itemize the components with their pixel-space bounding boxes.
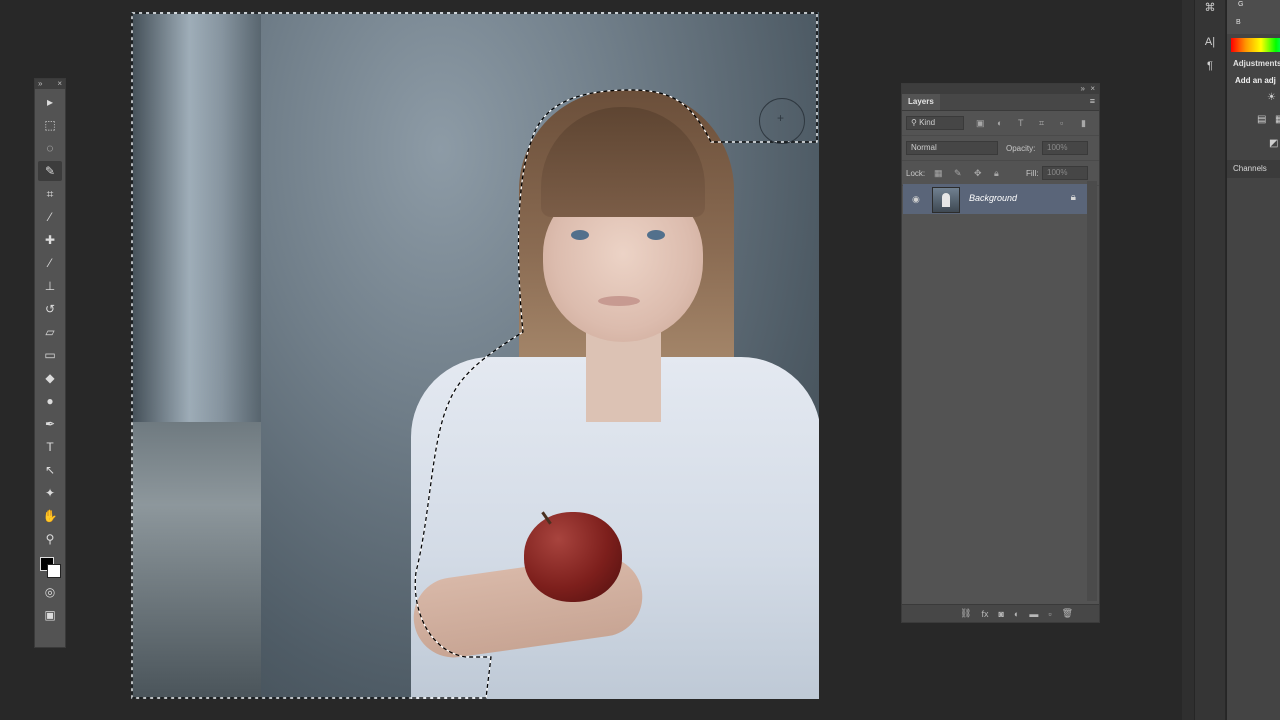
collapse-panel-icon[interactable]: » — [1081, 84, 1085, 94]
adjustment-layer-icon[interactable]: ◐ — [1014, 609, 1019, 619]
adjustments-subtitle: Add an adj — [1235, 76, 1276, 85]
layers-bottom-bar: ⛓ fx ◙ ◐ ▬ ▫ 🗑 — [902, 604, 1099, 622]
zoom-tool-icon[interactable]: ⚲ — [38, 529, 62, 549]
pen-tool-icon[interactable]: ✒ — [38, 414, 62, 434]
background-color-swatch[interactable] — [47, 564, 61, 578]
color-label-g: G — [1238, 1, 1244, 8]
type-filter-icon[interactable]: T — [1018, 118, 1024, 128]
layer-name: Background — [969, 193, 1018, 203]
add-mask-icon[interactable]: ◙ — [998, 609, 1003, 619]
healing-brush-tool-icon[interactable]: ✚ — [38, 230, 62, 250]
tools-panel-grip[interactable]: » × — [35, 79, 65, 89]
character-panel-icon[interactable]: A| — [1201, 36, 1219, 52]
layers-scrollbar[interactable] — [1087, 181, 1097, 601]
eyedropper-tool-icon[interactable]: ⁄ — [38, 207, 62, 227]
opacity-field[interactable]: 100% — [1042, 141, 1088, 155]
color-swatches[interactable] — [38, 553, 62, 579]
eraser-tool-icon[interactable]: ▱ — [38, 322, 62, 342]
gradient-tool-icon[interactable]: ▭ — [38, 345, 62, 365]
quick-mask-icon[interactable]: ◎ — [38, 582, 62, 602]
expand-panel-icon[interactable]: » — [38, 79, 42, 89]
tools-panel: » × ▸ ⬚ ◌ ✎ ⌗ ⁄ ✚ ⁄ ⊥ ↺ ▱ ▭ ◆ ● ✒ T ↖ ✦ ✋ ⚲ ◎ ▣ — [34, 78, 66, 648]
levels-adjustment-icon[interactable]: ▤ — [1257, 114, 1266, 125]
panel-menu-icon[interactable]: ≡ — [1090, 96, 1095, 106]
filter-toggle-icon[interactable]: ▮ — [1081, 118, 1086, 129]
adjustments-title: Adjustments — [1233, 59, 1280, 68]
path-selection-tool-icon[interactable]: ↖ — [38, 460, 62, 480]
blend-row: Normal Opacity: 100% — [902, 136, 1099, 161]
layers-tab-row: Layers ≡ — [902, 94, 1099, 111]
layer-lock-icon: 🔒︎ — [1070, 192, 1076, 203]
shape-tool-icon[interactable]: ✦ — [38, 483, 62, 503]
layer-thumbnail — [932, 187, 960, 213]
lasso-tool-icon[interactable]: ◌ — [38, 138, 62, 158]
brightness-adjustment-icon[interactable]: ☀ — [1267, 92, 1276, 103]
screen-mode-icon[interactable]: ▣ — [38, 605, 62, 625]
pixel-filter-icon[interactable]: ▣ — [976, 118, 985, 129]
collapsed-panel-icons: ⌘ A| ¶ — [1194, 0, 1225, 720]
history-brush-tool-icon[interactable]: ↺ — [38, 299, 62, 319]
hand-tool-icon[interactable]: ✋ — [38, 506, 62, 526]
filter-kind-select[interactable]: ⚲ Kind — [906, 116, 964, 130]
lock-transparent-icon[interactable]: ▦ — [934, 168, 943, 179]
color-panel: G B — [1227, 0, 1280, 34]
marquee-tool-icon[interactable]: ⬚ — [38, 115, 62, 135]
paragraph-panel-icon[interactable]: ¶ — [1201, 60, 1219, 76]
crop-tool-icon[interactable]: ⌗ — [38, 184, 62, 204]
close-panel-icon[interactable]: × — [1090, 84, 1095, 94]
brush-tool-icon[interactable]: ⁄ — [38, 253, 62, 273]
lock-all-icon[interactable]: 🔒︎ — [994, 168, 999, 179]
search-icon: ⚲ — [911, 118, 920, 127]
document-canvas[interactable] — [131, 12, 819, 699]
dock-divider[interactable] — [1182, 0, 1194, 720]
tab-layers[interactable]: Layers — [902, 94, 940, 110]
new-layer-icon[interactable]: ▫ — [1048, 609, 1051, 619]
group-icon[interactable]: ▬ — [1029, 609, 1038, 619]
fill-field[interactable]: 100% — [1042, 166, 1088, 180]
color-spectrum-bar[interactable] — [1231, 38, 1280, 52]
link-layers-icon[interactable]: ⛓ — [960, 608, 971, 619]
delete-layer-icon[interactable]: 🗑 — [1062, 608, 1073, 619]
blur-tool-icon[interactable]: ◆ — [38, 368, 62, 388]
brush-cursor — [759, 98, 805, 144]
blend-mode-select[interactable]: Normal — [906, 141, 998, 155]
lock-label: Lock: — [906, 169, 926, 178]
adjustments-panel: G B Adjustments Add an adj ☀ ▤ ▦ ◩ Chann… — [1226, 0, 1280, 720]
history-panel-icon[interactable]: ⌘ — [1201, 1, 1219, 17]
filter-kind-label: Kind — [919, 118, 936, 127]
opacity-label: Opacity: — [1006, 144, 1036, 153]
layer-filter-row: ⚲ Kind ▣ ◐ T ⌗ ▫ ▮ — [902, 111, 1099, 136]
tab-channels[interactable]: Channels — [1227, 160, 1280, 178]
adjustment-filter-icon[interactable]: ◐ — [997, 118, 1002, 128]
lock-image-icon[interactable]: ✎ — [954, 168, 962, 179]
fx-icon[interactable]: fx — [981, 609, 988, 619]
smart-object-filter-icon[interactable]: ▫ — [1060, 118, 1063, 128]
move-tool-icon[interactable]: ▸ — [38, 92, 62, 112]
color-label-b: B — [1236, 19, 1241, 26]
type-tool-icon[interactable]: T — [38, 437, 62, 457]
curves-adjustment-icon[interactable]: ▦ — [1275, 114, 1280, 125]
layers-panel-grip[interactable]: » × — [902, 84, 1099, 94]
exposure-adjustment-icon[interactable]: ◩ — [1269, 138, 1278, 149]
clone-stamp-tool-icon[interactable]: ⊥ — [38, 276, 62, 296]
fill-label: Fill: — [1026, 169, 1039, 178]
shape-filter-icon[interactable]: ⌗ — [1039, 118, 1044, 129]
selection-marching-ants — [131, 12, 818, 699]
quick-selection-tool-icon[interactable]: ✎ — [38, 161, 62, 181]
layer-visibility-eye-icon[interactable]: ◉ — [912, 194, 920, 205]
close-panel-icon[interactable]: × — [57, 79, 62, 89]
layer-row-background[interactable]: ◉ Background 🔒︎ — [903, 184, 1087, 214]
lock-row: Lock: ▦ ✎ ✥ 🔒︎ Fill: 100% — [902, 161, 1099, 186]
lock-position-icon[interactable]: ✥ — [974, 168, 982, 179]
dodge-tool-icon[interactable]: ● — [38, 391, 62, 411]
layers-panel: » × Layers ≡ ⚲ Kind ▣ ◐ T ⌗ ▫ ▮ Normal O… — [901, 83, 1100, 623]
